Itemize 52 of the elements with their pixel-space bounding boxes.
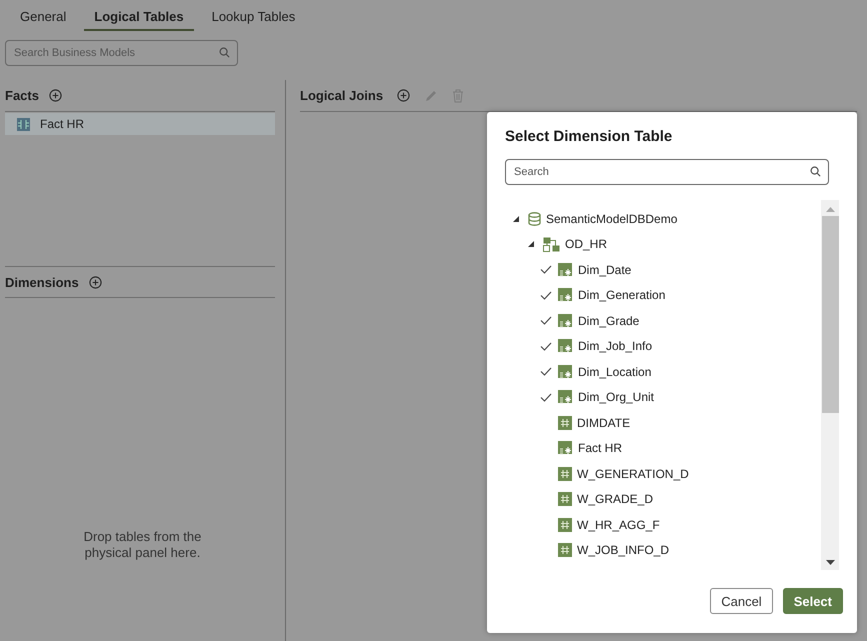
table-icon [558,466,572,481]
tree-item-label[interactable]: Dim_Location [578,364,652,379]
table-icon [558,543,572,558]
table-icon [558,492,572,506]
tree-item-label[interactable]: Dim_Date [578,262,632,277]
tree-item-label[interactable]: Fact HR [578,441,622,456]
database-icon [528,212,541,226]
tree-item-label[interactable]: Dim_Generation [578,288,666,302]
tree-item-label[interactable]: Dim_Org_Unit [578,390,654,404]
logical-table-icon [558,339,573,354]
search-icon [810,166,821,177]
add-icon[interactable] [48,89,62,102]
collapse-icon[interactable] [527,240,535,248]
logical-table-icon [558,288,573,302]
logical-table-icon [558,364,573,379]
scroll-down-icon[interactable] [826,560,834,566]
schema-icon [543,236,560,252]
logical-table-icon [558,390,573,404]
search-field[interactable]: Search Business Models [5,40,238,66]
table-icon [17,118,30,130]
select-button[interactable]: Select [782,588,843,614]
section-title: Dimensions [5,274,79,290]
tree-item-label[interactable]: Dim_Grade [578,314,640,328]
search-field[interactable]: Search [505,159,829,185]
tree-item-label[interactable]: W_GRADE_D [577,492,654,506]
fact-label: Fact HR [40,117,84,131]
tree-item-label[interactable]: DIMDATE [577,416,630,430]
add-icon[interactable] [88,276,102,288]
tree-item-label[interactable]: W_HR_AGG_F [577,518,660,532]
cancel-button[interactable]: Cancel [710,588,773,614]
collapse-icon[interactable] [512,214,520,223]
logical-table-icon [558,314,573,328]
table-icon [558,518,572,532]
dialog-title: Select Dimension Table [505,128,674,145]
scrollbar[interactable] [821,200,839,570]
tree-item-label[interactable]: SemanticModelDBDemo [546,212,678,226]
search-icon [219,47,230,58]
tree-item-label[interactable]: W_GENERATION_D [577,466,689,481]
tab[interactable]: Lookup Tables [202,6,306,31]
tree-item-label[interactable]: OD_HR [565,237,608,252]
logical-table-icon [558,262,573,277]
section-title: Logical Joins [300,88,384,103]
tab[interactable]: General [10,6,76,31]
tree-item-label[interactable]: Dim_Job_Info [578,339,652,354]
section-title: Facts [5,88,39,103]
empty-message: Drop tables from the physical panel here. [82,529,202,561]
logical-table-icon [558,441,573,456]
table-icon [558,416,572,430]
tree-item-label[interactable]: W_JOB_INFO_D [577,543,670,558]
tab[interactable]: Logical Tables [84,6,194,31]
fact-item[interactable]: Fact HR [5,113,275,135]
add-icon[interactable] [397,89,410,102]
